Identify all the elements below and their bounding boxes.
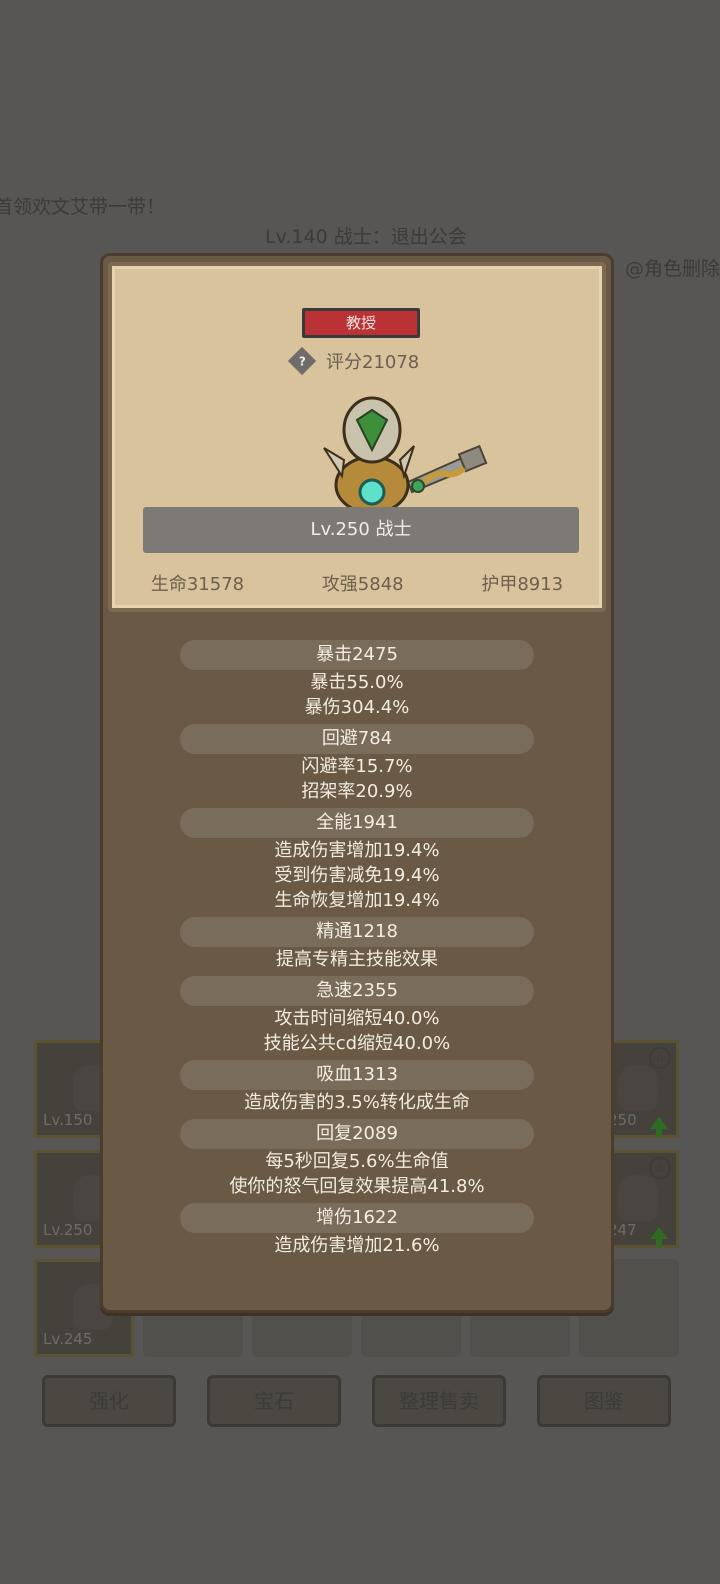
character-detail-dialog: 教授 ? 评分21078 Lv.250 战士 生命31578 攻强5848 护甲… [100,253,614,1313]
warrior-avatar [323,396,488,519]
stat-group-header: 回复2089 [180,1119,534,1149]
armor-stat: 护甲8913 [481,574,564,595]
sort-sell-button[interactable]: 整理售卖 [372,1375,506,1427]
stat-line: 招架率20.9% [301,781,413,802]
hero-name-bar: Lv.250 战士 [143,507,579,553]
stat-line: 闪避率15.7% [301,756,413,777]
stat-line: 造成伤害的3.5%转化成生命 [244,1092,470,1113]
stat-line: 暴伤304.4% [304,697,410,718]
stat-line: 受到伤害减免19.4% [274,865,440,886]
character-card: 教授 ? 评分21078 Lv.250 战士 生命31578 攻强5848 护甲… [108,262,606,612]
main-stats-row: 生命31578 攻强5848 护甲8913 [112,570,602,596]
attack-stat: 攻强5848 [321,574,404,595]
chat-motto-text: 首领欢文艾带一带！ [0,196,166,218]
stat-line: 造成伤害增加19.4% [274,840,440,861]
score-row: ? 评分21078 [287,346,420,376]
enhance-button[interactable]: 强化 [42,1375,176,1427]
codex-button[interactable]: 图鉴 [537,1375,671,1427]
stat-group-header: 全能1941 [180,808,534,838]
hp-stat: 生命31578 [150,574,245,595]
equipment-icon [618,1175,658,1221]
secondary-stats-list: 暴击2475 暴击55.0% 暴伤304.4% 回避784 闪避率15.7% 招… [103,636,611,1258]
lock-icon: ⌂ [649,1047,671,1069]
stat-line: 每5秒回复5.6%生命值 [265,1151,449,1172]
upgrade-arrow-icon [650,1117,668,1137]
stat-line: 攻击时间缩短40.0% [274,1008,440,1029]
score-text: 评分21078 [326,352,420,373]
stat-group-header: 急速2355 [180,976,534,1006]
slot-level: Lv.245 [43,1330,93,1348]
stat-group-header: 暴击2475 [180,640,534,670]
stat-line: 暴击55.0% [310,672,404,693]
stat-group-header: 增伤1622 [180,1203,534,1233]
slot-level: Lv.250 [43,1221,93,1239]
gem-button[interactable]: 宝石 [207,1375,341,1427]
stat-line: 技能公共cd缩短40.0% [263,1033,451,1054]
upgrade-arrow-icon [650,1227,668,1247]
guild-event-text: Lv.140 战士：退出公会 [265,226,467,248]
stat-line: 使你的怒气回复效果提高41.8% [229,1176,485,1197]
stat-line: 提高专精主技能效果 [276,949,438,970]
lock-icon: ⌂ [649,1157,671,1179]
title-badge: 教授 [302,308,420,338]
stat-group-header: 回避784 [180,724,534,754]
slot-level: Lv.150 [43,1111,93,1129]
stat-group-header: 吸血1313 [180,1060,534,1090]
mention-text: @角色删除 [625,258,720,280]
help-icon[interactable]: ? [287,346,317,376]
stat-line: 生命恢复增加19.4% [274,890,440,911]
stat-group-header: 精通1218 [180,917,534,947]
stat-line: 造成伤害增加21.6% [274,1235,440,1256]
equipment-icon [618,1065,658,1111]
